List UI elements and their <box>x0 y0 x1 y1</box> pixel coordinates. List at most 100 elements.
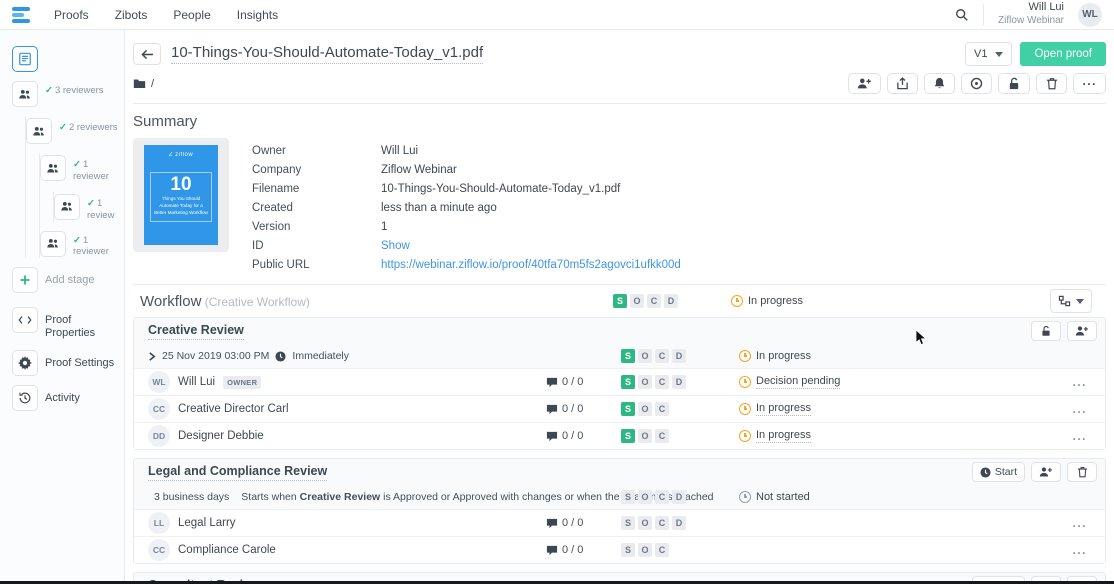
owner-badge: OWNER <box>223 376 261 389</box>
nav-zibots[interactable]: Zibots <box>115 8 148 22</box>
public-url-link[interactable]: https://webinar.ziflow.io/proof/40tfa70m… <box>381 259 681 271</box>
delete-proof-button[interactable] <box>1036 73 1067 94</box>
stage-lock-button[interactable] <box>1031 321 1061 341</box>
stage-name[interactable]: Creative Review <box>148 323 244 340</box>
open-proof-button[interactable]: Open proof <box>1020 42 1106 66</box>
stage-name[interactable]: Legal and Compliance Review <box>148 464 327 481</box>
status-badge-o: O <box>638 402 652 416</box>
reviewer-status[interactable]: In progress <box>739 429 1043 443</box>
sidebar-item-proof-settings[interactable]: Proof Settings <box>12 350 118 376</box>
comment-count[interactable]: 0 / 0 <box>546 544 621 556</box>
proof-thumbnail[interactable]: Z ziflow 10 Things You Should Automate T… <box>133 138 229 252</box>
notifications-button[interactable] <box>924 73 955 94</box>
sidebar-item-summary[interactable]: Summary <box>12 46 118 72</box>
reviewer-status[interactable]: Decision pending <box>739 375 1043 389</box>
sidebar-stage-qa-review[interactable]: QA Revi... ✓1 reviewer <box>40 231 118 259</box>
circle-target-icon <box>970 77 983 90</box>
nav-proofs[interactable]: Proofs <box>54 8 89 22</box>
sidebar-stage-creative-review[interactable]: Creative Review ✓3 reviewers <box>12 81 118 107</box>
comment-count[interactable]: 0 / 0 <box>546 376 621 388</box>
status-badge-o: O <box>638 375 652 389</box>
add-reviewer-button[interactable] <box>848 73 881 94</box>
stage-deadline[interactable]: 3 business days <box>154 491 229 503</box>
add-stage-button[interactable]: Add stage <box>12 267 118 293</box>
sidebar-stage-client[interactable]: Cli... ✓1 review <box>54 194 118 222</box>
trash-icon <box>1077 466 1088 478</box>
check-icon: ✓ <box>59 122 67 133</box>
stage-start-button[interactable]: Start <box>972 462 1025 482</box>
automation-target-button[interactable] <box>961 73 992 94</box>
status-badge-s: S <box>613 294 627 308</box>
check-icon: ✓ <box>87 198 95 209</box>
row-more-button[interactable]: ... <box>1072 402 1091 416</box>
row-more-button[interactable]: ... <box>1072 543 1091 557</box>
stage-deadline[interactable]: 25 Nov 2019 03:00 PM <box>162 350 269 362</box>
row-more-button[interactable]: ... <box>1072 375 1091 389</box>
status-badge-c: C <box>655 490 669 504</box>
row-more-button[interactable]: ... <box>1072 429 1091 443</box>
lock-proof-button[interactable] <box>998 73 1030 94</box>
thumbnail-brand: Z ziflow <box>169 152 193 158</box>
stage-delete-button[interactable] <box>1067 462 1097 482</box>
thumbnail-caption: Things You Should Automate Today for a B… <box>154 196 208 217</box>
reviewer-socd-badges: SOC <box>621 429 739 443</box>
stage-manage-reviewers-button[interactable] <box>1031 462 1061 482</box>
breadcrumb[interactable]: / <box>133 78 154 90</box>
reviewer-status[interactable]: In progress <box>739 402 1043 416</box>
share-proof-button[interactable] <box>887 73 918 94</box>
stage-status: Not started <box>739 491 1043 503</box>
left-sidebar: Summary Creative Review ✓3 reviewers Leg… <box>0 30 125 584</box>
workflow-options-button[interactable] <box>1050 289 1092 313</box>
sidebar-stage-consultant[interactable]: Consult... ✓1 reviewer <box>40 155 118 183</box>
reviewer-name: Creative Director Carl <box>178 403 289 415</box>
stage-manage-reviewers-button[interactable] <box>1067 321 1097 341</box>
properties-code-icon <box>12 307 38 333</box>
status-badge-s: S <box>621 516 635 530</box>
reviewer-socd-badges: SOC <box>621 543 739 557</box>
chevron-down-icon <box>995 52 1003 57</box>
status-badge-s: S <box>621 349 635 363</box>
field-public-url: Public URL https://webinar.ziflow.io/pro… <box>252 255 1106 274</box>
status-badge-o: O <box>638 543 652 557</box>
status-badge-o: O <box>638 429 652 443</box>
trash-icon <box>1046 77 1058 90</box>
stage-reviewer-count: ✓2 reviewers <box>59 122 118 134</box>
comment-icon <box>546 431 558 442</box>
comment-count[interactable]: 0 / 0 <box>546 403 621 415</box>
thumbnail-number: 10 <box>154 175 208 194</box>
nav-insights[interactable]: Insights <box>237 8 278 22</box>
clock-icon <box>739 350 751 362</box>
people-icon <box>40 155 66 181</box>
user-info[interactable]: Will Lui Ziflow Webinar <box>998 1 1064 27</box>
back-button[interactable] <box>133 43 161 65</box>
folder-icon <box>133 78 146 89</box>
status-badge-s: S <box>621 402 635 416</box>
status-badge-d: D <box>672 375 686 389</box>
chevron-right-icon[interactable] <box>148 352 156 361</box>
version-select[interactable]: V1 <box>965 42 1012 66</box>
nav-people[interactable]: People <box>173 8 210 22</box>
search-icon[interactable] <box>955 8 969 22</box>
id-show-link[interactable]: Show <box>381 240 410 252</box>
comment-icon <box>546 377 558 388</box>
reviewer-row: DD Designer Debbie 0 / 0 SOC In progress… <box>134 422 1105 449</box>
sidebar-item-proof-properties[interactable]: Proof Properties <box>12 307 118 340</box>
sidebar-stage-legal[interactable]: Legal and C... ✓2 reviewers <box>26 118 118 144</box>
status-badge-o: O <box>638 349 652 363</box>
stage-card-creative-review: Creative Review 25 N <box>133 317 1106 450</box>
share-icon <box>896 77 909 90</box>
more-actions-button[interactable]: ... <box>1073 73 1106 94</box>
reviewer-avatar: CC <box>148 398 170 420</box>
status-badge-c: C <box>655 349 669 363</box>
comment-icon <box>546 404 558 415</box>
ziflow-logo-icon[interactable] <box>12 7 30 23</box>
comment-count[interactable]: 0 / 0 <box>546 517 621 529</box>
sidebar-item-activity[interactable]: Activity <box>12 385 118 411</box>
proof-title[interactable]: 10-Things-You-Should-Automate-Today_v1.p… <box>171 44 483 64</box>
row-more-button[interactable]: ... <box>1072 516 1091 530</box>
comment-count[interactable]: 0 / 0 <box>546 430 621 442</box>
status-badge-c: C <box>655 429 669 443</box>
user-avatar[interactable]: WL <box>1078 3 1102 27</box>
status-badge-d: D <box>672 349 686 363</box>
reviewer-socd-badges: SOCD <box>621 516 739 530</box>
